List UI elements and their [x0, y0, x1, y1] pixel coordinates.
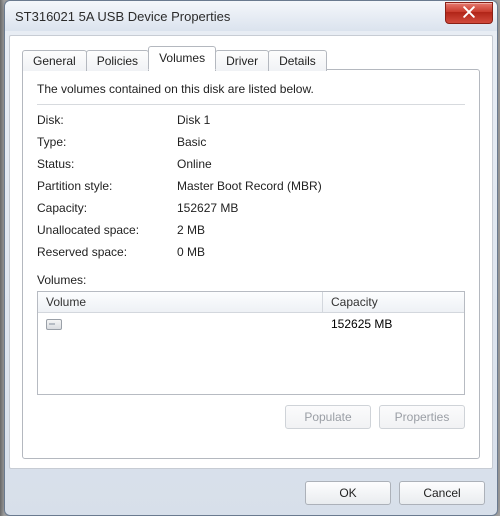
value-unallocated: 2 MB: [177, 223, 465, 237]
properties-dialog: ST316021 5A USB Device Properties Genera…: [4, 0, 498, 516]
populate-button[interactable]: Populate: [285, 405, 371, 429]
window-title: ST316021 5A USB Device Properties: [15, 9, 445, 24]
tab-volumes[interactable]: Volumes: [148, 46, 216, 70]
tab-details[interactable]: Details: [268, 50, 327, 71]
tab-driver[interactable]: Driver: [215, 50, 269, 71]
disk-properties-grid: Disk: Disk 1 Type: Basic Status: Online …: [37, 113, 465, 259]
ok-button[interactable]: OK: [305, 481, 391, 505]
intro-text: The volumes contained on this disk are l…: [37, 82, 465, 96]
cancel-button[interactable]: Cancel: [399, 481, 485, 505]
value-type: Basic: [177, 135, 465, 149]
value-reserved: 0 MB: [177, 245, 465, 259]
tab-strip: General Policies Volumes Driver Details: [22, 46, 480, 70]
properties-button[interactable]: Properties: [379, 405, 465, 429]
close-icon: [463, 6, 475, 21]
drive-icon: [46, 319, 62, 330]
dialog-body: General Policies Volumes Driver Details …: [9, 35, 493, 469]
cell-capacity: 152625 MB: [323, 315, 464, 333]
column-header-volume[interactable]: Volume: [38, 292, 323, 312]
label-disk: Disk:: [37, 113, 177, 127]
tab-panel-volumes: The volumes contained on this disk are l…: [22, 69, 480, 459]
tab-general[interactable]: General: [22, 50, 87, 71]
label-type: Type:: [37, 135, 177, 149]
label-unallocated: Unallocated space:: [37, 223, 177, 237]
label-status: Status:: [37, 157, 177, 171]
label-volumes: Volumes:: [37, 273, 465, 287]
close-button[interactable]: [445, 2, 493, 24]
value-status: Online: [177, 157, 465, 171]
value-disk: Disk 1: [177, 113, 465, 127]
titlebar: ST316021 5A USB Device Properties: [5, 1, 497, 31]
volumes-list[interactable]: Volume Capacity 152625 MB: [37, 291, 465, 395]
list-header: Volume Capacity: [38, 292, 464, 313]
separator: [37, 104, 465, 105]
tab-policies[interactable]: Policies: [86, 50, 149, 71]
column-header-capacity[interactable]: Capacity: [323, 292, 464, 312]
cell-volume: [38, 315, 323, 333]
value-capacity: 152627 MB: [177, 201, 465, 215]
panel-button-row: Populate Properties: [37, 405, 465, 429]
label-partition-style: Partition style:: [37, 179, 177, 193]
value-partition-style: Master Boot Record (MBR): [177, 179, 465, 193]
label-capacity: Capacity:: [37, 201, 177, 215]
list-row[interactable]: 152625 MB: [38, 313, 464, 335]
label-reserved: Reserved space:: [37, 245, 177, 259]
dialog-button-row: OK Cancel: [5, 473, 497, 515]
